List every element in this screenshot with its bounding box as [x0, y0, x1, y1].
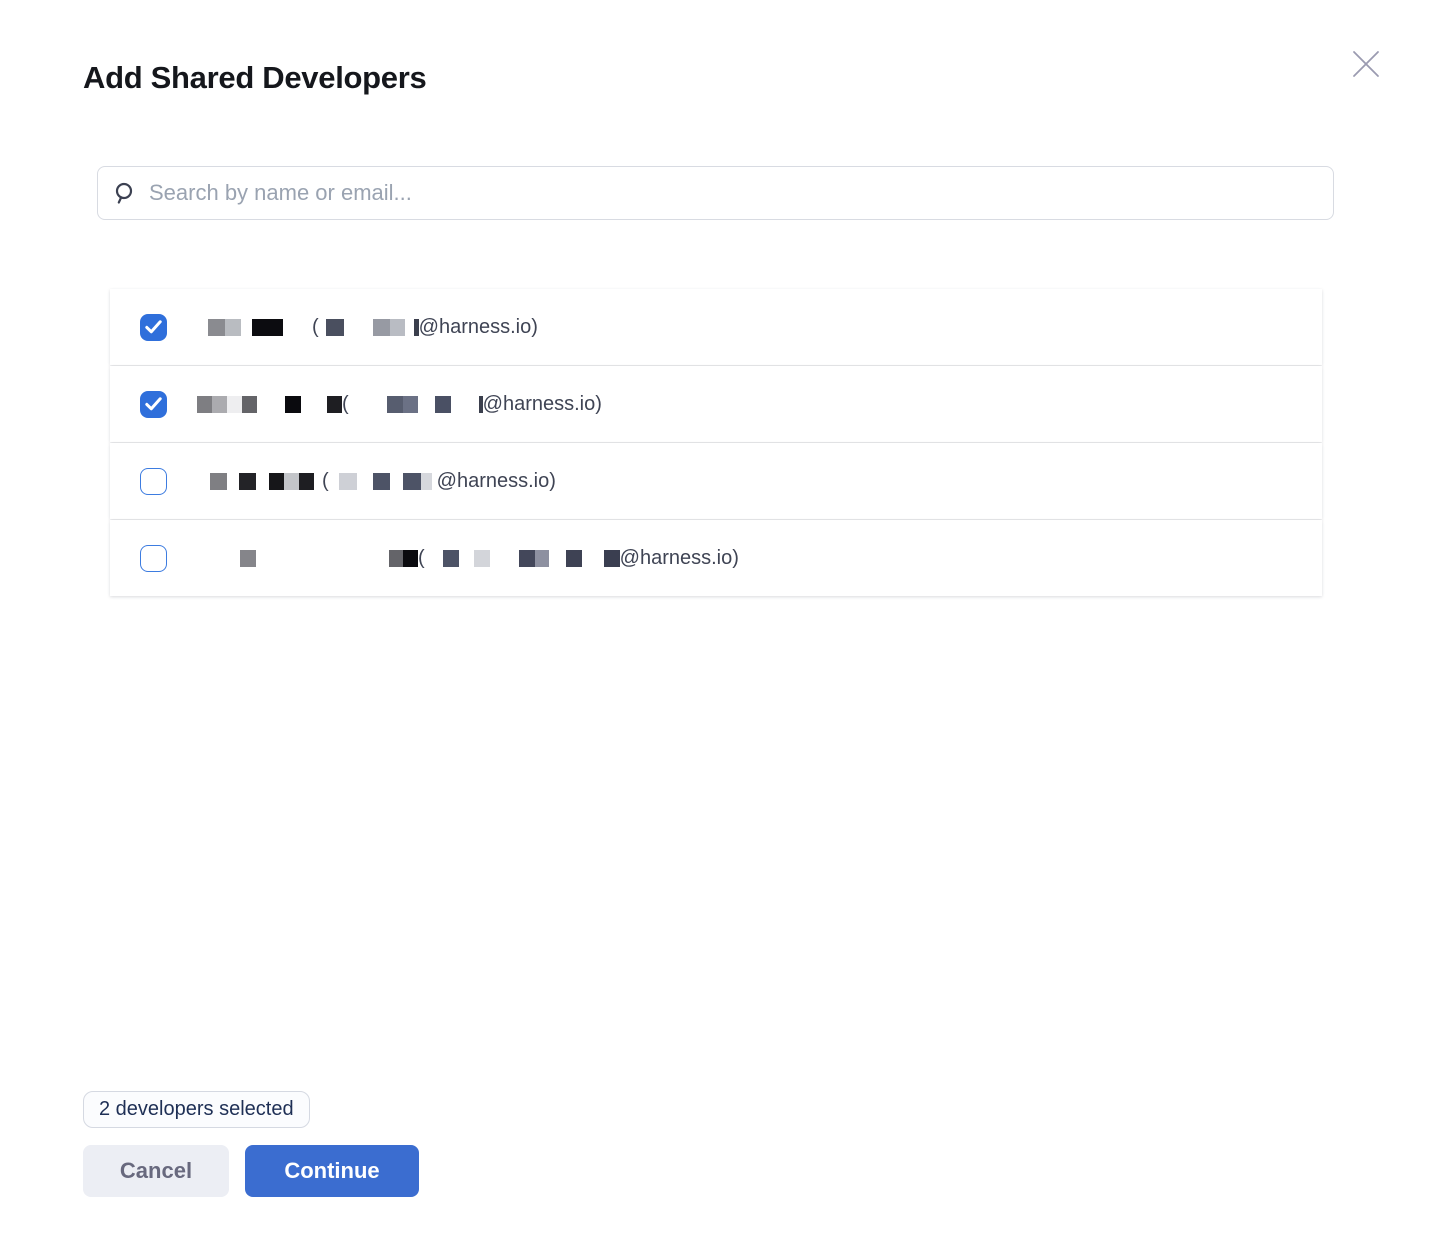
spacer: [256, 481, 269, 482]
spacer: [197, 481, 210, 482]
developer-row[interactable]: ( @harness.io): [110, 520, 1322, 596]
continue-button[interactable]: Continue: [245, 1145, 419, 1197]
developer-list: (@harness.io)(@harness.io)(@harness.io)(…: [110, 289, 1322, 597]
redacted-block: [435, 396, 451, 413]
redacted-block: [474, 550, 490, 567]
spacer: [349, 404, 387, 405]
spacer: [256, 558, 389, 559]
spacer: [241, 327, 252, 328]
redacted-block: [604, 550, 620, 567]
spacer: [257, 404, 285, 405]
developer-row[interactable]: ( @harness.io): [110, 366, 1322, 442]
redacted-block: [197, 396, 257, 413]
developer-email: @harness.io): [419, 316, 538, 339]
developer-checkbox[interactable]: [140, 314, 167, 341]
spacer: [283, 327, 312, 328]
close-icon[interactable]: [1347, 45, 1385, 83]
name-text: (: [312, 316, 319, 339]
redacted-block: [208, 319, 241, 336]
redacted-block: [373, 319, 405, 336]
developer-name: ( @harness.io): [197, 316, 538, 339]
redacted-block: [210, 473, 227, 490]
spacer: [451, 404, 479, 405]
developer-email: @harness.io): [620, 547, 739, 570]
spacer: [418, 404, 435, 405]
developer-name: ( @harness.io): [197, 470, 556, 493]
spacer: [357, 481, 373, 482]
spacer: [405, 327, 414, 328]
developer-checkbox[interactable]: [140, 468, 167, 495]
redacted-block: [443, 550, 459, 567]
spacer: [197, 327, 208, 328]
redacted-block: [403, 473, 432, 490]
dialog-actions: Cancel Continue: [83, 1145, 419, 1197]
spacer: [344, 327, 373, 328]
developer-checkbox[interactable]: [140, 391, 167, 418]
search-box: [97, 166, 1334, 220]
developer-email: @harness.io): [437, 470, 556, 493]
page-title: Add Shared Developers: [83, 60, 426, 96]
developer-row[interactable]: ( @harness.io): [110, 289, 1322, 365]
spacer: [301, 404, 327, 405]
spacer: [582, 558, 604, 559]
redacted-block: [373, 473, 390, 490]
cancel-button[interactable]: Cancel: [83, 1145, 229, 1197]
selection-count-badge: 2 developers selected: [83, 1091, 310, 1128]
spacer: [490, 558, 519, 559]
spacer: [425, 558, 443, 559]
spacer: [329, 481, 339, 482]
developer-row[interactable]: ( @harness.io): [110, 443, 1322, 519]
spacer: [319, 327, 326, 328]
developer-email: @harness.io): [483, 393, 602, 416]
redacted-block: [387, 396, 418, 413]
name-text: (: [342, 393, 349, 416]
spacer: [390, 481, 403, 482]
redacted-block: [252, 319, 283, 336]
spacer: [227, 481, 239, 482]
developer-name: ( @harness.io): [197, 547, 739, 570]
redacted-block: [239, 473, 256, 490]
name-text: (: [322, 470, 329, 493]
redacted-block: [566, 550, 582, 567]
redacted-block: [269, 473, 314, 490]
developer-name: ( @harness.io): [197, 393, 602, 416]
add-shared-developers-dialog: Add Shared Developers ( @harness.io) ( @har…: [0, 0, 1430, 1252]
redacted-block: [327, 396, 342, 413]
spacer: [459, 558, 474, 559]
redacted-block: [240, 550, 256, 567]
spacer: [549, 558, 566, 559]
redacted-block: [519, 550, 549, 567]
name-text: (: [418, 547, 425, 570]
redacted-block: [285, 396, 301, 413]
redacted-block: [339, 473, 357, 490]
search-input[interactable]: [149, 180, 1318, 206]
search-icon: [113, 181, 136, 205]
spacer: [197, 558, 240, 559]
developer-checkbox[interactable]: [140, 545, 167, 572]
spacer: [314, 481, 322, 482]
redacted-block: [389, 550, 418, 567]
redacted-block: [326, 319, 344, 336]
